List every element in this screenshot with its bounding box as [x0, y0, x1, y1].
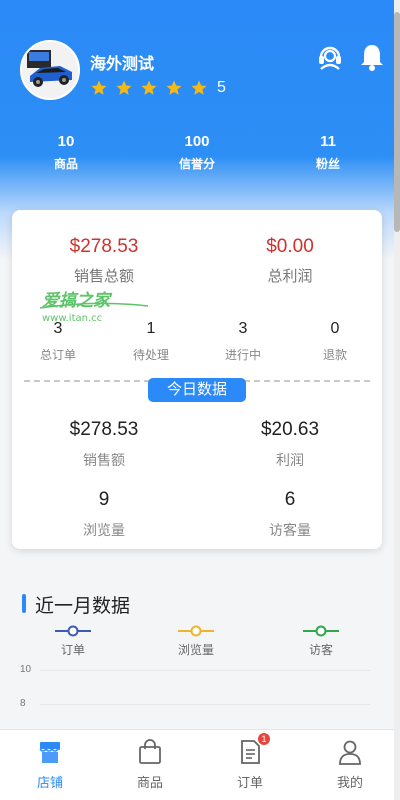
stat-credit-score[interactable]: 100 信誉分 [142, 133, 252, 172]
shopping-bag-icon [139, 739, 161, 764]
today-sales-label: 销售额 [83, 452, 125, 468]
total-sales-value: $278.53 [69, 236, 139, 257]
today-profit-value: $20.63 [260, 419, 320, 440]
store-icon [39, 742, 60, 763]
orders-pending-value: 1 [146, 320, 156, 337]
orders-in-progress-label: 进行中 [224, 348, 261, 362]
y-tick-label: 10 [20, 664, 32, 675]
tab-mine[interactable]: 我的 [310, 738, 390, 791]
y-tick-label: 8 [20, 698, 26, 709]
tab-products[interactable]: 商品 [110, 738, 190, 791]
legend-marker [178, 625, 214, 637]
orders-total-value: 3 [53, 320, 63, 337]
scrollbar-thumb[interactable] [394, 12, 400, 232]
tab-orders[interactable]: 1 订单 [210, 733, 290, 791]
today-visitors: 6 访客量 [210, 489, 370, 540]
rating-stars: 5 [90, 79, 226, 97]
star-icon [166, 80, 182, 95]
watermark-logo: 爱搞之家 www.itan.cc [40, 291, 149, 324]
grid-line [40, 670, 370, 671]
legend-orders[interactable]: 订单 [33, 624, 113, 658]
today-profit-label: 利润 [276, 452, 304, 468]
star-icon [116, 80, 132, 95]
total-sales-label: 销售总额 [73, 268, 134, 285]
tab-label: 店铺 [36, 775, 63, 790]
customer-service-icon[interactable] [315, 42, 345, 72]
user-icon [339, 740, 361, 765]
bell-icon[interactable] [357, 42, 387, 72]
legend-marker [55, 625, 91, 637]
legend-label: 访客 [308, 643, 333, 657]
stat-value: 100 [184, 133, 210, 150]
svg-text:爱搞之家: 爱搞之家 [42, 291, 113, 311]
total-sales: $278.53 销售总额 [24, 236, 184, 286]
orders-in-progress-value: 3 [238, 320, 248, 337]
legend-views[interactable]: 浏览量 [156, 624, 236, 658]
orders-refund[interactable]: 0 退款 [300, 320, 370, 363]
section-accent-bar [22, 594, 26, 613]
tab-label: 订单 [236, 775, 263, 790]
tab-label: 商品 [136, 775, 163, 790]
orders-in-progress[interactable]: 3 进行中 [208, 320, 278, 363]
tab-store[interactable]: 店铺 [10, 738, 90, 791]
stat-value: 10 [57, 133, 75, 150]
orders-pending-label: 待处理 [132, 348, 169, 362]
stat-label: 信誉分 [178, 157, 215, 171]
total-profit-label: 总利润 [267, 268, 313, 285]
orders-total-label: 总订单 [39, 348, 76, 362]
legend-marker [303, 625, 339, 637]
bottom-tab-bar: 店铺 商品 1 订单 我的 [0, 729, 400, 800]
stat-value: 11 [320, 133, 336, 150]
shop-name: 海外测试 [90, 56, 155, 73]
legend-label: 订单 [60, 643, 85, 657]
total-profit-value: $0.00 [266, 236, 314, 257]
legend-visitors[interactable]: 访客 [281, 624, 361, 658]
order-count-badge: 1 [258, 733, 270, 745]
today-data-badge: 今日数据 [148, 378, 246, 402]
stat-fans[interactable]: 11 粉丝 [273, 133, 383, 172]
orders-total[interactable]: 3 总订单 [23, 320, 93, 363]
summary-card: $278.53 销售总额 $0.00 总利润 爱搞之家 www.itan.cc … [12, 210, 382, 549]
tab-label: 我的 [336, 775, 363, 790]
stat-label: 粉丝 [315, 157, 340, 171]
orders-refund-label: 退款 [322, 348, 347, 362]
today-profit: $20.63 利润 [210, 419, 370, 470]
today-views-value: 9 [98, 489, 110, 510]
today-sales: $278.53 销售额 [24, 419, 184, 470]
today-views: 9 浏览量 [24, 489, 184, 540]
star-icon [191, 80, 207, 95]
shop-avatar[interactable] [20, 40, 80, 100]
today-visitors-value: 6 [284, 489, 296, 510]
total-profit: $0.00 总利润 [210, 236, 370, 286]
orders-refund-value: 0 [330, 320, 340, 337]
rating-value: 5 [217, 79, 226, 96]
orders-pending[interactable]: 1 待处理 [116, 320, 186, 363]
today-visitors-label: 访客量 [269, 522, 311, 538]
today-sales-value: $278.53 [69, 419, 139, 440]
scrollbar[interactable] [394, 0, 400, 800]
stat-products[interactable]: 10 商品 [11, 133, 121, 172]
star-icon [91, 80, 107, 95]
grid-line [40, 704, 370, 705]
stat-label: 商品 [53, 157, 78, 171]
legend-label: 浏览量 [177, 643, 214, 657]
monthly-section-title: 近一月数据 [35, 596, 131, 617]
today-views-label: 浏览量 [83, 522, 125, 538]
star-icon [141, 80, 157, 95]
